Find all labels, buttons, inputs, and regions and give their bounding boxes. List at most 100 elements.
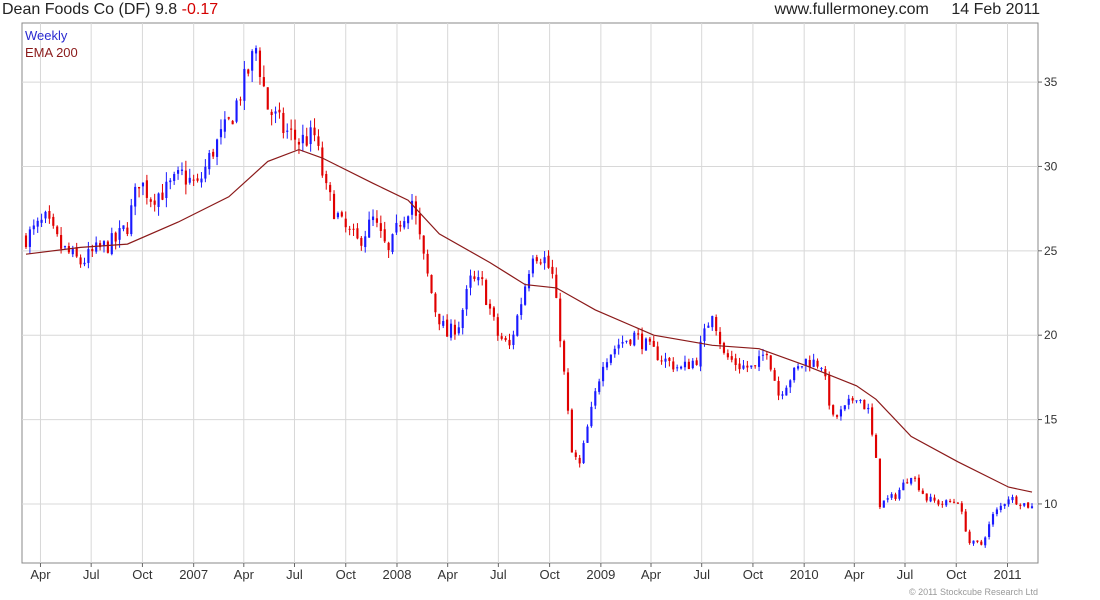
candle-body	[835, 415, 839, 417]
price-chart: 10 15 20 25 30 35 Apr Jul Oct 2007 Apr Jul Oct 2008 Ap…	[21, 22, 1058, 582]
candle-body	[227, 117, 230, 119]
candle-body	[910, 477, 913, 484]
candle-body	[208, 153, 211, 170]
candle-body	[676, 367, 679, 369]
x-tick-label: Oct	[336, 567, 357, 582]
candle-body	[703, 328, 706, 342]
candle-body	[149, 199, 152, 202]
candle-body	[679, 366, 683, 369]
candle-body	[718, 331, 722, 345]
candle-body	[399, 225, 402, 227]
candle-body	[305, 136, 308, 146]
candle-body	[839, 409, 843, 417]
candle-body	[820, 368, 823, 370]
candle-body	[325, 173, 328, 184]
candle-body	[118, 228, 121, 240]
candle-body	[746, 365, 749, 368]
x-tick-label: Oct	[132, 567, 153, 582]
candle-body	[656, 346, 659, 361]
candle-body	[188, 177, 191, 183]
candle-body	[1019, 504, 1022, 506]
candle-body	[235, 100, 238, 122]
candle-body	[169, 180, 172, 183]
candle-body	[130, 205, 133, 235]
candle-body	[551, 266, 554, 274]
candle-body	[79, 257, 82, 265]
candle-body	[453, 324, 456, 335]
x-tick-label: 2008	[383, 567, 412, 582]
candle-body	[637, 333, 640, 335]
candle-body	[449, 323, 453, 338]
candle-body	[500, 336, 503, 339]
candle-body	[383, 229, 386, 242]
candle-body	[375, 218, 379, 223]
candle-body	[715, 317, 718, 332]
candle-body	[516, 315, 519, 336]
candle-body	[594, 391, 597, 406]
candle-body	[882, 500, 885, 508]
candle-body	[941, 503, 944, 505]
candle-body	[800, 366, 804, 368]
candle-body	[173, 174, 176, 181]
candle-body	[644, 338, 648, 351]
candle-body	[477, 277, 480, 281]
candle-body	[613, 348, 616, 355]
candle-body	[785, 387, 788, 396]
candle-body	[28, 229, 31, 247]
candle-body	[138, 186, 141, 189]
candle-body	[251, 51, 254, 71]
x-tick-label: Oct	[743, 567, 764, 582]
candle-body	[952, 501, 956, 503]
candle-body	[122, 225, 125, 230]
candle-body	[461, 309, 464, 329]
candle-body	[859, 399, 862, 401]
candle-body	[481, 277, 484, 280]
x-tick-label: Apr	[844, 567, 865, 582]
candle-body	[605, 362, 609, 368]
candle-body	[91, 249, 94, 252]
y-tick-label: 10	[1044, 497, 1058, 511]
candle-body	[364, 236, 367, 248]
candle-body	[165, 181, 168, 198]
candle-body	[894, 494, 897, 499]
candle-body	[602, 366, 605, 382]
candle-body	[695, 360, 698, 365]
candle-body	[469, 275, 472, 288]
x-tick-label: 2011	[994, 567, 1022, 582]
candle-body	[664, 358, 667, 362]
x-tick-label: Jul	[897, 567, 914, 582]
candle-body	[555, 274, 558, 298]
candle-body	[672, 361, 675, 370]
candle-body	[488, 303, 492, 309]
candle-body	[738, 363, 741, 370]
candle-body	[336, 213, 340, 218]
x-tick-label: 2007	[179, 567, 208, 582]
candle-body	[633, 332, 636, 346]
candle-body	[609, 354, 612, 363]
candle-body	[625, 340, 628, 342]
candle-body	[968, 531, 971, 544]
candle-body	[648, 338, 651, 342]
candle-body	[683, 361, 687, 368]
candle-body	[598, 381, 601, 392]
candle-body	[508, 339, 511, 346]
candle-body	[964, 511, 967, 532]
candle-body	[761, 354, 765, 356]
candle-body	[781, 394, 784, 396]
candle-body	[980, 541, 983, 545]
candle-body	[176, 170, 180, 174]
candle-body	[95, 242, 98, 252]
candle-body	[808, 359, 811, 368]
candle-body	[578, 457, 581, 464]
candle-body	[906, 482, 909, 484]
candle-body	[621, 342, 624, 344]
candle-body	[446, 319, 449, 337]
candle-body	[843, 405, 846, 410]
candle-body	[539, 262, 542, 264]
candle-body	[563, 341, 566, 372]
candle-body	[535, 257, 538, 262]
candle-body	[258, 50, 262, 77]
candle-body	[134, 186, 137, 207]
candle-body	[438, 313, 441, 325]
x-tick-label: Apr	[438, 567, 459, 582]
